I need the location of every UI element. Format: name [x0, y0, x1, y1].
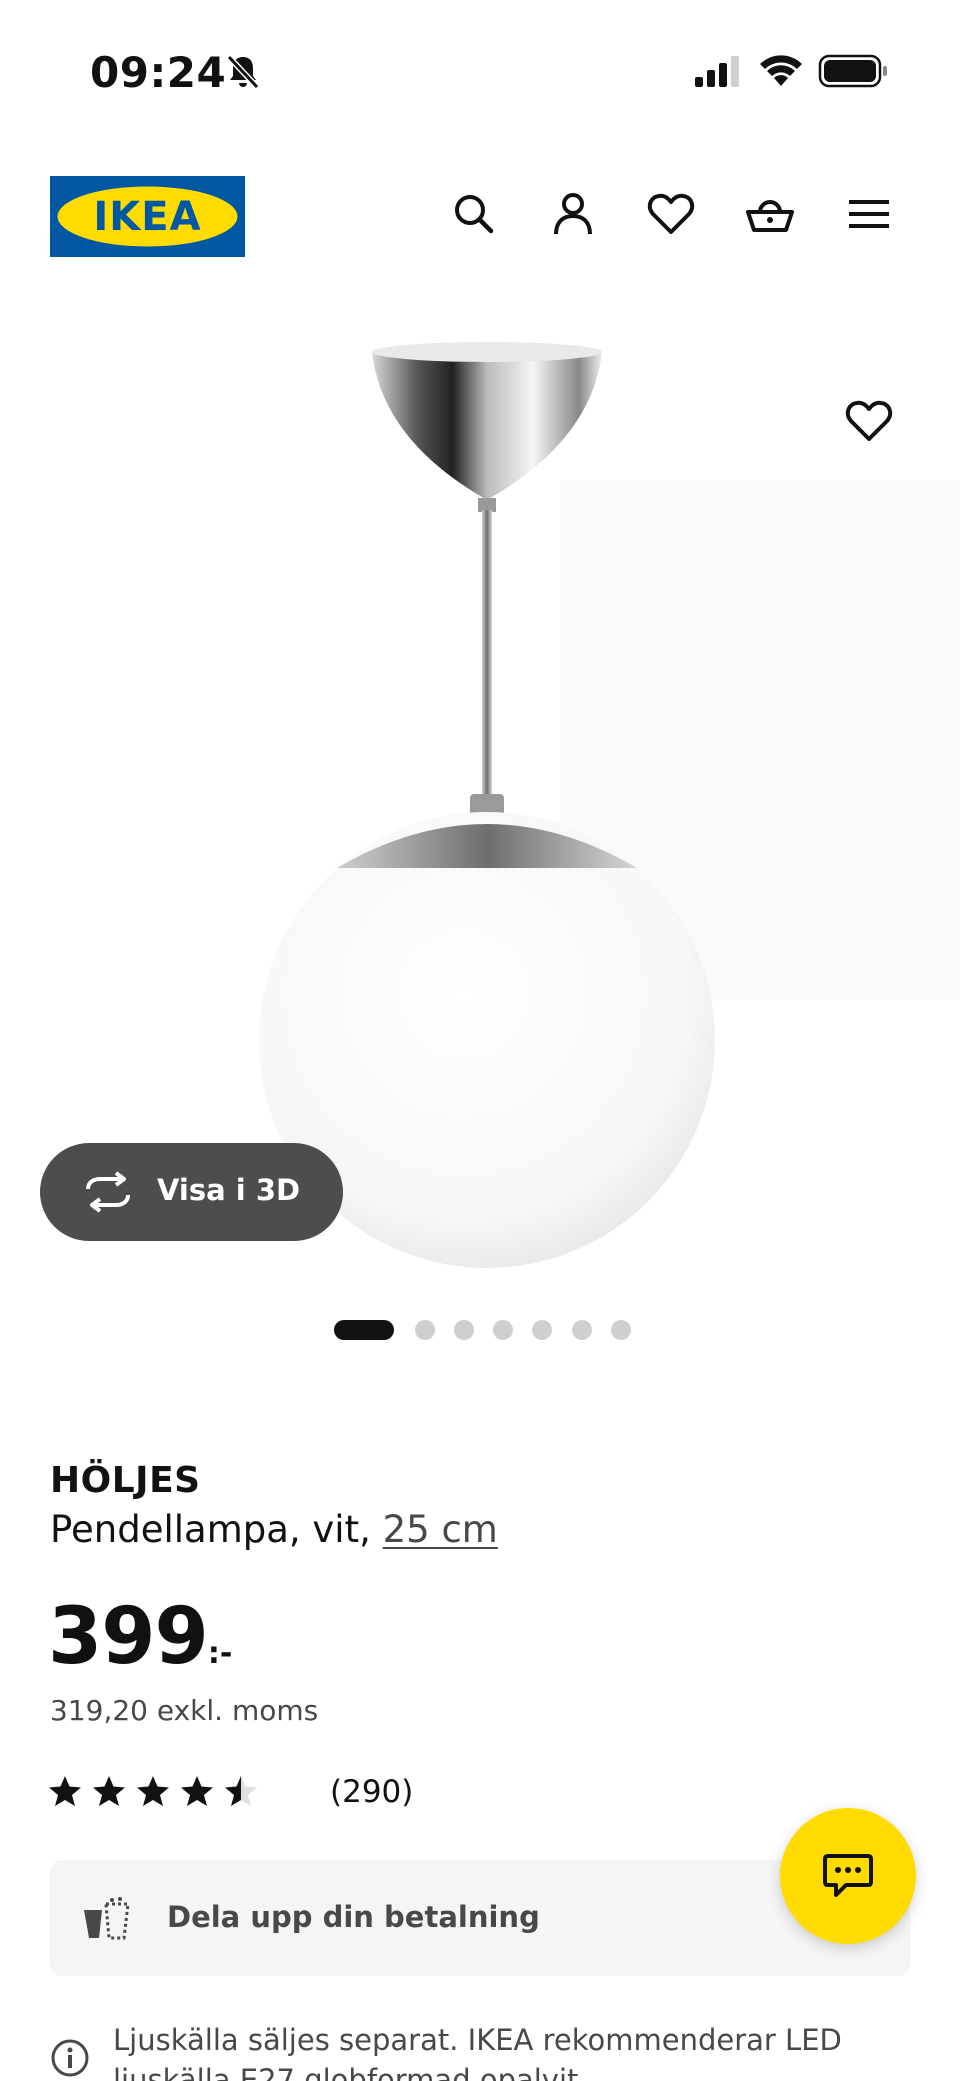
info-icon: [51, 2039, 89, 2077]
status-time: 09:24: [90, 48, 227, 97]
star-full-icon: [137, 1776, 169, 1806]
product-type: Pendellampa, vit,: [50, 1508, 383, 1551]
payment-split-icon: [84, 1897, 130, 1940]
product-name: HÖLJES: [50, 1460, 201, 1501]
search-icon[interactable]: [448, 188, 500, 240]
site-header: IKEA: [0, 140, 960, 280]
split-payment-label: Dela upp din betalning: [167, 1900, 540, 1934]
ikea-logo[interactable]: IKEA: [50, 176, 245, 257]
wifi-icon: [760, 55, 802, 86]
bell-slash-icon: [226, 54, 260, 90]
product-rating[interactable]: (290): [48, 1772, 448, 1812]
carousel-dot[interactable]: [454, 1320, 474, 1340]
chat-button[interactable]: [780, 1808, 916, 1944]
heart-icon[interactable]: [645, 188, 697, 240]
light-source-note: Ljuskälla säljes separat. IKEA rekommend…: [113, 2023, 842, 2081]
star-full-icon: [181, 1776, 213, 1806]
price-suffix: :-: [207, 1636, 233, 1671]
view-in-3d-label: Visa i 3D: [157, 1173, 301, 1207]
rotate-3d-icon: [86, 1171, 130, 1213]
star-full-icon: [49, 1776, 81, 1806]
svg-text:IKEA: IKEA: [93, 194, 201, 240]
product-image-gallery[interactable]: Visa i 3D: [0, 300, 960, 1300]
account-icon[interactable]: [547, 188, 599, 240]
carousel-dot[interactable]: [415, 1320, 435, 1340]
status-bar: 09:24: [0, 0, 960, 140]
cellular-signal-icon: [695, 56, 739, 87]
product-size-link[interactable]: 25 cm: [383, 1508, 498, 1551]
price-value: 399: [48, 1592, 209, 1682]
view-in-3d-button[interactable]: Visa i 3D: [40, 1143, 343, 1241]
carousel-dot[interactable]: [493, 1320, 513, 1340]
carousel-dot[interactable]: [611, 1320, 631, 1340]
basket-icon[interactable]: [744, 188, 796, 240]
carousel-dot[interactable]: [532, 1320, 552, 1340]
carousel-indicator: [0, 1318, 960, 1342]
carousel-dot[interactable]: [572, 1320, 592, 1340]
product-price: 399:-: [48, 1592, 232, 1682]
price-excl-vat: 319,20 exkl. moms: [50, 1694, 319, 1727]
hamburger-menu-icon[interactable]: [843, 188, 895, 240]
review-count[interactable]: (290): [330, 1774, 413, 1810]
star-full-icon: [93, 1776, 125, 1806]
product-description: Pendellampa, vit, 25 cm: [50, 1508, 498, 1551]
chat-bubble-icon: [823, 1854, 873, 1897]
carousel-dot-active[interactable]: [334, 1320, 394, 1340]
star-half-icon: [225, 1776, 257, 1806]
add-to-favorites-icon[interactable]: [843, 395, 895, 447]
battery-icon: [818, 54, 887, 88]
